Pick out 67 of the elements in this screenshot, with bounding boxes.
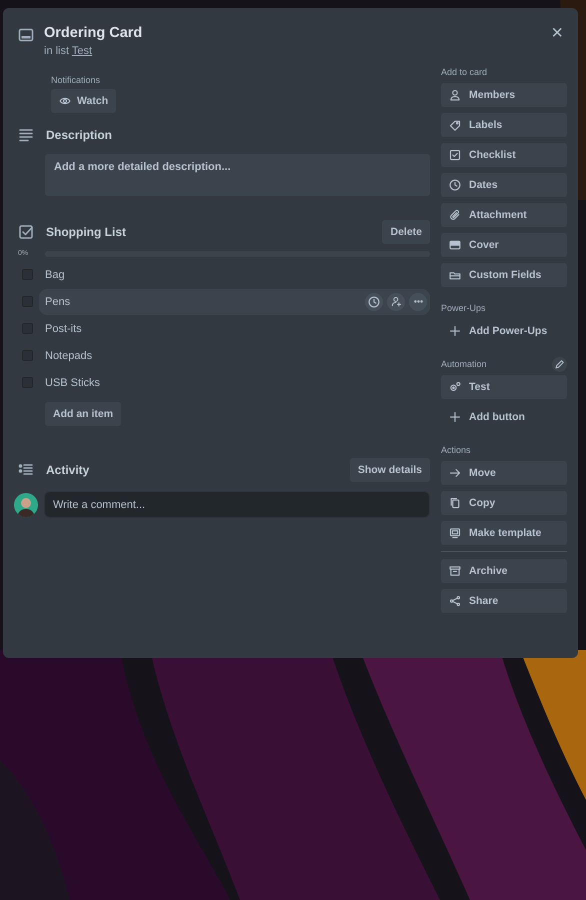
- list-prefix: in list: [44, 45, 70, 57]
- clock-icon: [449, 179, 461, 191]
- description-icon: [18, 127, 34, 143]
- show-details-button[interactable]: Show details: [350, 458, 430, 482]
- delete-button[interactable]: Delete: [382, 220, 430, 244]
- sidebar-button[interactable]: Cover: [441, 233, 567, 257]
- sidebar-button[interactable]: Make template: [441, 521, 567, 545]
- more-button[interactable]: [409, 292, 427, 310]
- archive-icon: [449, 565, 461, 577]
- sidebar-button[interactable]: Labels: [441, 113, 567, 137]
- checklist-item[interactable]: Bag: [45, 268, 65, 280]
- checklist-item[interactable]: Post-its: [45, 322, 82, 334]
- sidebar-button[interactable]: Dates: [441, 173, 567, 197]
- gears-icon: [449, 381, 461, 393]
- plus-icon: [449, 325, 461, 337]
- cover-icon: [449, 239, 461, 251]
- fields-icon: [449, 269, 461, 281]
- activity-icon: [18, 462, 34, 478]
- sidebar-section-label: Automation: [441, 359, 487, 369]
- pencil-icon: [554, 358, 565, 370]
- person-icon: [449, 89, 461, 101]
- sidebar-button[interactable]: Checklist: [441, 143, 567, 167]
- sidebar-button[interactable]: Share: [441, 589, 567, 613]
- sidebar-button[interactable]: Test: [441, 375, 567, 399]
- sidebar-button[interactable]: Archive: [441, 559, 567, 583]
- sidebar-button[interactable]: Add button: [441, 405, 567, 429]
- close-button[interactable]: ×: [547, 25, 567, 41]
- checkbox-icon: [449, 149, 461, 161]
- avatar: [14, 492, 38, 516]
- sidebar-section-label: Add to card: [441, 67, 488, 77]
- edit-button[interactable]: [552, 356, 567, 372]
- sidebar-button[interactable]: Move: [441, 461, 567, 485]
- checklist-item[interactable]: Pens: [45, 296, 70, 308]
- sidebar-button[interactable]: Attachment: [441, 203, 567, 227]
- eye-icon: [59, 95, 71, 107]
- comment-field[interactable]: Write a comment...: [44, 491, 430, 518]
- checklist-title: Shopping List: [46, 225, 126, 239]
- copy-icon: [449, 497, 461, 509]
- sidebar-section-label: Power-Ups: [441, 303, 486, 313]
- card-title: Ordering Card: [44, 25, 142, 41]
- due-date-button[interactable]: [365, 292, 383, 310]
- sidebar-button[interactable]: Copy: [441, 491, 567, 515]
- assign-button[interactable]: [387, 292, 405, 310]
- watch-button[interactable]: Watch: [51, 89, 116, 113]
- section-heading: Activity: [46, 463, 90, 477]
- sidebar-button[interactable]: Add Power-Ups: [441, 319, 567, 343]
- checklist-item[interactable]: Notepads: [45, 350, 92, 362]
- clock-icon: [368, 296, 380, 308]
- list-link[interactable]: Test: [72, 45, 92, 57]
- notifications-label: Notifications: [51, 75, 102, 85]
- share-icon: [449, 595, 461, 607]
- arrow-icon: [449, 467, 461, 479]
- sidebar-button[interactable]: Members: [441, 83, 567, 107]
- paperclip-icon: [449, 209, 461, 221]
- card-icon: [18, 27, 34, 43]
- section-heading: Description: [46, 128, 112, 142]
- plus-icon: [449, 411, 461, 423]
- tag-icon: [449, 119, 461, 131]
- add-member-icon: [390, 296, 402, 307]
- checklist-icon: [18, 224, 34, 240]
- add-item-button[interactable]: Add an item: [45, 402, 122, 426]
- checklist-item-highlight[interactable]: Pens: [39, 288, 430, 314]
- checklist-item[interactable]: USB Sticks: [45, 376, 100, 388]
- sidebar-button[interactable]: Custom Fields: [441, 263, 567, 287]
- sidebar-section-label: Actions: [441, 445, 471, 455]
- template-icon: [449, 527, 461, 539]
- description-field[interactable]: Add a more detailed description...: [45, 154, 430, 196]
